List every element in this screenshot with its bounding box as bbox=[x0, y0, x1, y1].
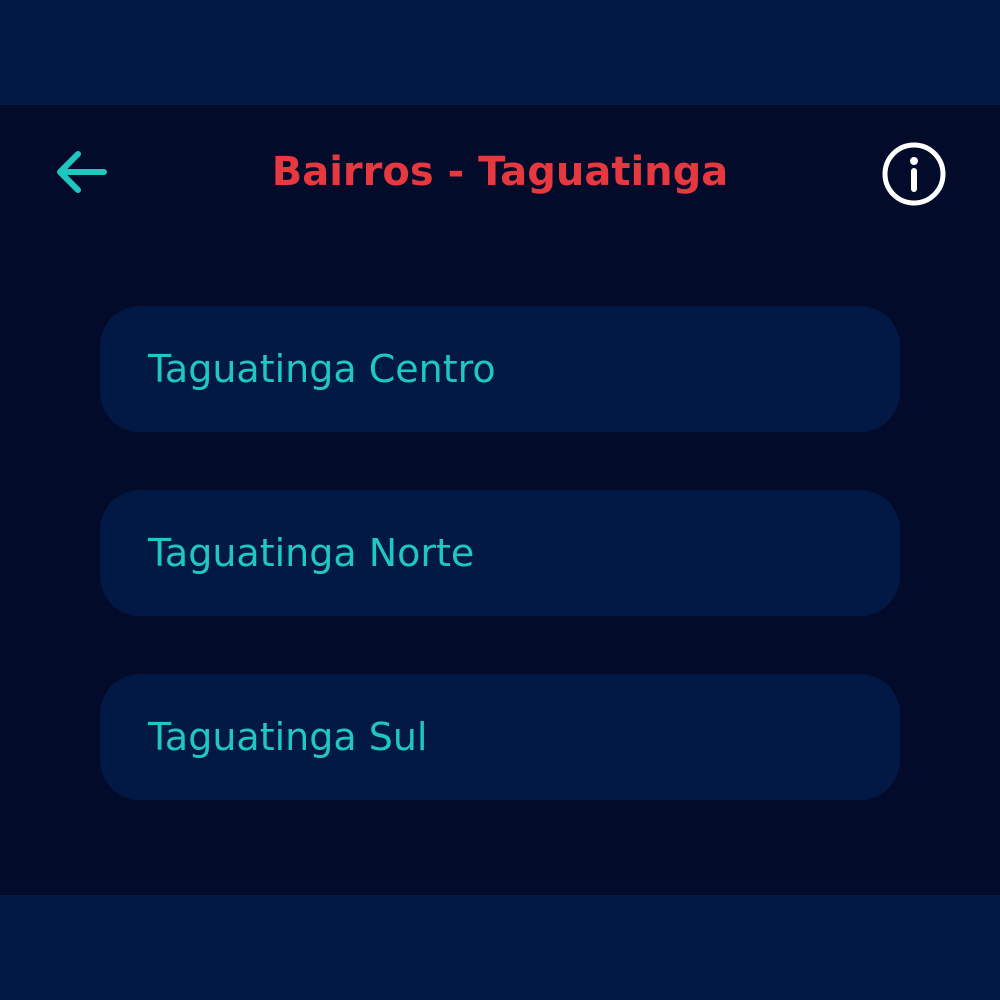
arrow-left-icon bbox=[57, 151, 107, 193]
list-item-taguatinga-sul[interactable]: Taguatinga Sul bbox=[100, 674, 900, 800]
back-button[interactable] bbox=[44, 136, 116, 208]
list-item-taguatinga-norte[interactable]: Taguatinga Norte bbox=[100, 490, 900, 616]
bottom-band bbox=[0, 895, 1000, 1000]
list-item-label: Taguatinga Norte bbox=[148, 531, 475, 575]
list-item-label: Taguatinga Centro bbox=[148, 347, 496, 391]
list-item-label: Taguatinga Sul bbox=[148, 715, 428, 759]
page-title: Bairros - Taguatinga bbox=[271, 149, 729, 195]
info-button[interactable] bbox=[874, 134, 954, 214]
top-band bbox=[0, 0, 1000, 105]
list-item-taguatinga-centro[interactable]: Taguatinga Centro bbox=[100, 306, 900, 432]
neighborhood-list: Taguatinga Centro Taguatinga Norte Tagua… bbox=[100, 306, 900, 858]
info-circle-icon bbox=[882, 142, 946, 206]
